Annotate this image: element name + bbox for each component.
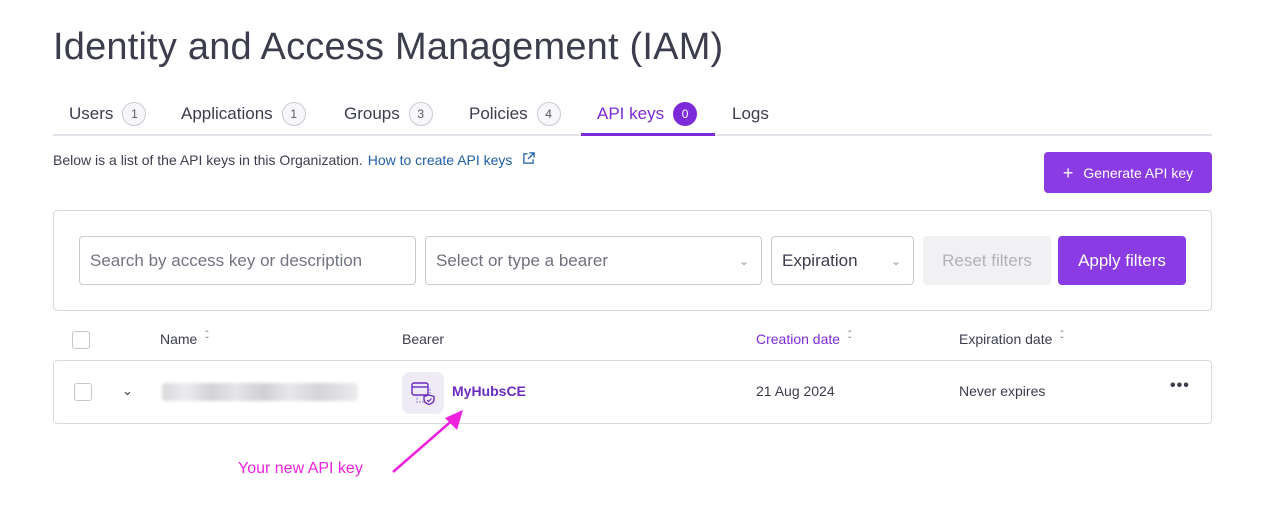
column-header-creation-date[interactable]: Creation date ˆˇ <box>756 330 852 348</box>
external-link-icon <box>523 152 536 164</box>
tab-count-badge: 1 <box>281 102 306 126</box>
column-header-bearer: Bearer <box>402 331 444 347</box>
row-checkbox[interactable] <box>74 383 92 401</box>
tab-label: Users <box>69 104 114 123</box>
tab-applications[interactable]: Applications 1 <box>181 92 306 136</box>
tab-label: Policies <box>469 104 528 123</box>
bearer-select[interactable]: Select or type a bearer ⌄ <box>425 236 762 285</box>
tab-count-badge: 3 <box>408 102 433 126</box>
table-row[interactable]: ⌄ MyHubsCE 21 Aug 2024 Never expires ••• <box>53 360 1212 424</box>
table-header: Name ˆˇ Bearer Creation date ˆˇ Expirati… <box>53 324 1212 356</box>
column-header-creation-label: Creation date <box>756 331 841 347</box>
apply-filters-button[interactable]: Apply filters <box>1058 236 1186 285</box>
column-header-expiration-date[interactable]: Expiration date ˆˇ <box>959 330 1064 348</box>
column-header-bearer-label: Bearer <box>402 331 445 347</box>
sort-icon: ˆˇ <box>1060 330 1064 347</box>
select-all-checkbox[interactable] <box>72 331 90 349</box>
sort-icon: ˆˇ <box>848 330 852 347</box>
annotation-label: Your new API key <box>238 460 363 477</box>
column-header-expiration-label: Expiration date <box>959 331 1053 347</box>
tab-count-badge: 0 <box>673 102 698 126</box>
expiration-date: Never expires <box>959 383 1046 399</box>
how-to-create-link-label: How to create API keys <box>367 152 513 168</box>
expand-row-chevron-icon[interactable]: ⌄ <box>122 383 133 399</box>
creation-date: 21 Aug 2024 <box>756 383 835 399</box>
tab-label: Logs <box>732 104 769 123</box>
tab-label: Groups <box>344 104 400 123</box>
search-input-wrapper <box>79 236 416 285</box>
column-header-name-label: Name <box>160 331 198 347</box>
active-tab-indicator <box>581 133 715 136</box>
chevron-down-icon: ⌄ <box>738 253 749 268</box>
tab-users[interactable]: Users 1 <box>69 92 147 136</box>
bearer-link[interactable]: MyHubsCE <box>452 383 526 399</box>
tab-label: API keys <box>597 104 665 123</box>
more-options-icon[interactable]: ••• <box>1170 377 1190 395</box>
search-input[interactable] <box>90 250 415 271</box>
sort-icon: ˆˇ <box>205 330 209 347</box>
tab-api-keys[interactable]: API keys 0 <box>597 92 698 136</box>
redacted-key-name <box>162 383 358 401</box>
tab-count-badge: 1 <box>122 102 147 126</box>
plus-icon: + <box>1062 162 1074 183</box>
tabs: Users 1 Applications 1 Groups 3 Policies… <box>53 92 1212 136</box>
tab-count-badge: 4 <box>536 102 561 126</box>
generate-api-key-button[interactable]: + Generate API key <box>1044 152 1212 193</box>
reset-filters-button[interactable]: Reset filters <box>923 236 1051 285</box>
how-to-create-link[interactable]: How to create API keys <box>368 152 536 168</box>
tab-groups[interactable]: Groups 3 <box>344 92 433 136</box>
intro-description: Below is a list of the API keys in this … <box>53 152 363 168</box>
tab-logs[interactable]: Logs <box>732 92 769 136</box>
column-header-name[interactable]: Name ˆˇ <box>160 330 209 348</box>
bearer-select-placeholder: Select or type a bearer <box>436 250 608 270</box>
expiration-select-label: Expiration <box>782 250 858 270</box>
filter-panel: Select or type a bearer ⌄ Expiration ⌄ R… <box>53 210 1212 311</box>
tab-label: Applications <box>181 104 273 123</box>
expiration-select[interactable]: Expiration ⌄ <box>771 236 914 285</box>
intro-text: Below is a list of the API keys in this … <box>53 152 536 168</box>
annotation-arrow-icon <box>392 410 463 473</box>
chevron-down-icon: ⌄ <box>890 253 901 268</box>
page-title: Identity and Access Management (IAM) <box>53 26 724 68</box>
tab-policies[interactable]: Policies 4 <box>469 92 561 136</box>
generate-api-key-label: Generate API key <box>1083 164 1194 181</box>
